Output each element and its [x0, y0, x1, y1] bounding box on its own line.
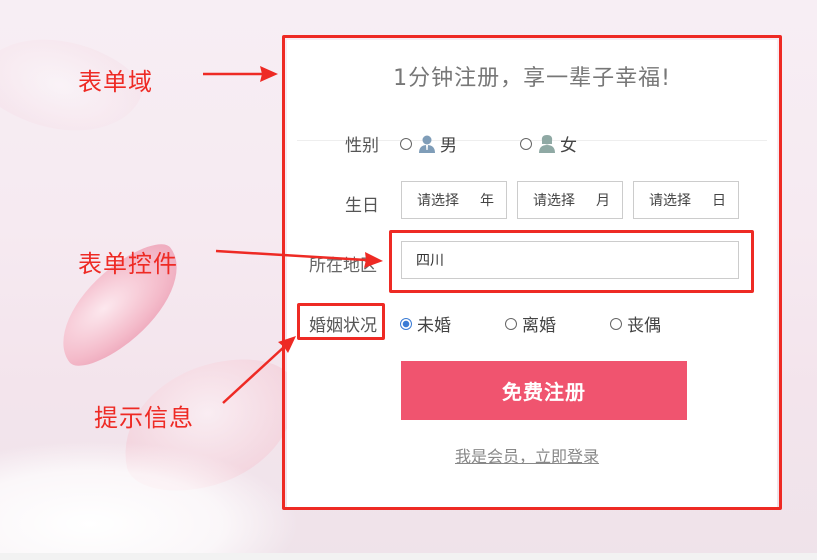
arrow-icon [215, 249, 383, 268]
arrow-icon [203, 66, 278, 82]
annotation-arrows [203, 66, 383, 404]
arrow-icon [222, 336, 296, 404]
